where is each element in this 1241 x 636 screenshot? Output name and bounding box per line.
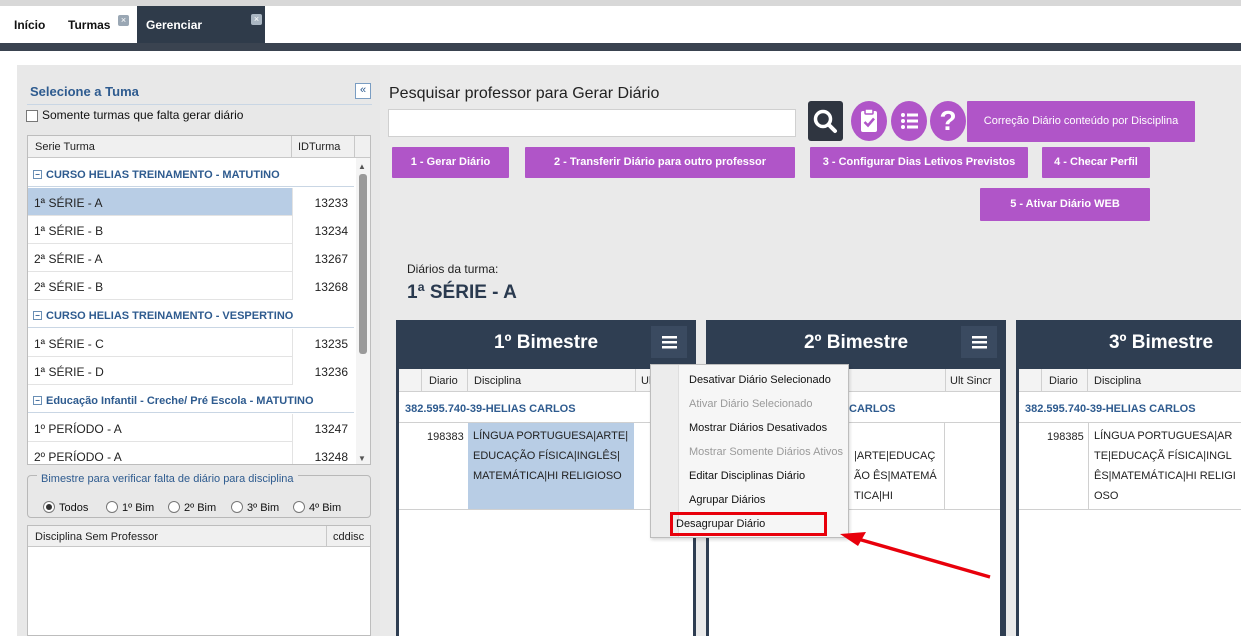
- arrow-line: [857, 537, 991, 579]
- annotation-arrow: [840, 532, 991, 579]
